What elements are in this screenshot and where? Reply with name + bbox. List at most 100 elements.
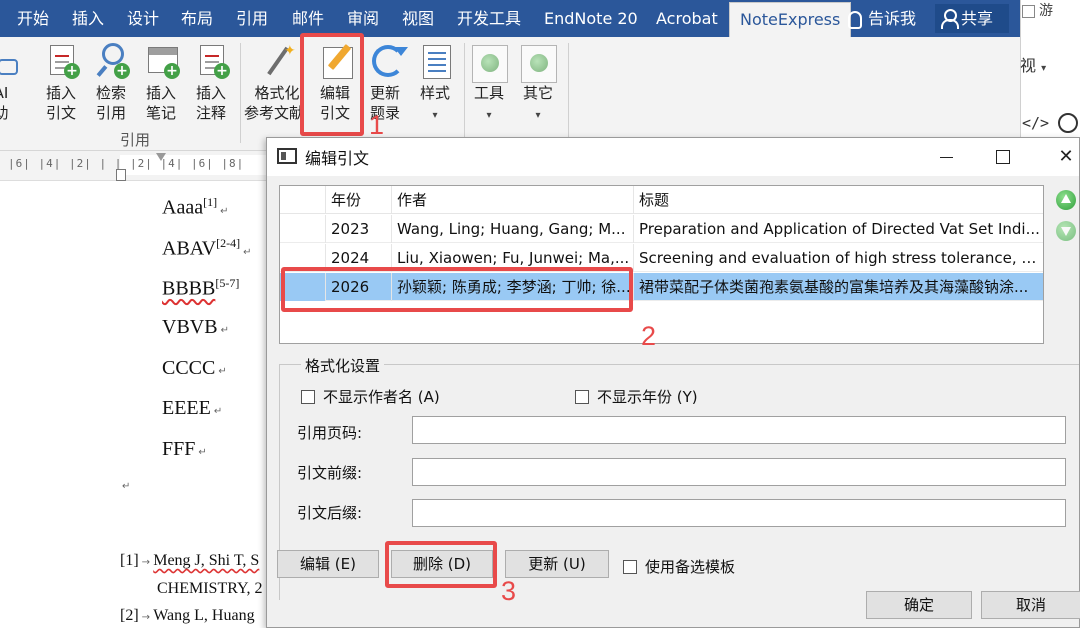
citation-row[interactable]: 2023 Wang, Ling; Huang, Gang; M... Prepa… bbox=[280, 215, 1043, 243]
insert-note-line2: 笔记 bbox=[145, 104, 176, 122]
first-line-indent-marker[interactable] bbox=[156, 153, 166, 161]
minimize-button[interactable] bbox=[932, 144, 962, 170]
document-line[interactable]: FFF ↵ bbox=[162, 438, 207, 461]
column-header-author[interactable]: 作者 bbox=[391, 186, 633, 214]
tell-me-label: 告诉我 bbox=[868, 9, 917, 28]
citation-superscript[interactable]: [2-4] bbox=[216, 236, 240, 250]
citation-list[interactable]: 年份 作者 标题 2023 Wang, Ling; Huang, Gang; M… bbox=[279, 185, 1044, 344]
document-line[interactable]: Aaaa[1]↵ bbox=[162, 195, 228, 220]
citation-superscript[interactable]: [1] bbox=[203, 195, 217, 209]
maximize-button[interactable] bbox=[988, 144, 1018, 170]
checkbox-icon bbox=[1022, 4, 1035, 18]
ok-button[interactable]: 确定 bbox=[866, 591, 972, 619]
document-line[interactable]: VBVB ↵ bbox=[162, 316, 229, 339]
tab-acrobat[interactable]: Acrobat bbox=[656, 0, 718, 37]
tell-me-search[interactable]: 告诉我 bbox=[848, 0, 916, 37]
ai-assist-button[interactable]: AI 助 bbox=[0, 37, 26, 137]
style-icon bbox=[420, 43, 452, 81]
cancel-button[interactable]: 取消 bbox=[981, 591, 1080, 619]
checkbox-icon bbox=[575, 390, 589, 404]
tab-endnote[interactable]: EndNote 20 bbox=[544, 0, 638, 37]
magnifier-icon: + bbox=[96, 43, 130, 81]
tab-review[interactable]: 审阅 bbox=[347, 0, 379, 37]
tab-arrow-icon: → bbox=[141, 557, 154, 568]
dropdown-caret-icon: ▾ bbox=[486, 110, 492, 121]
row-title: 裙带菜配子体类菌孢素氨基酸的富集培养及其海藻酸钠涂... bbox=[633, 273, 1043, 301]
tab-view[interactable]: 视图 bbox=[402, 0, 434, 37]
style-dropdown-button[interactable]: 样式 ▾ bbox=[410, 37, 460, 137]
other-line1: 其它 bbox=[522, 84, 553, 102]
doc-line-text: BBBB bbox=[162, 277, 216, 300]
doc-line-text: Aaaa bbox=[162, 196, 204, 219]
document-line[interactable]: ABAV[2-4]↵ bbox=[162, 236, 251, 261]
doc-line-text: ABAV bbox=[162, 237, 217, 260]
dropdown-caret-icon: ▾ bbox=[1041, 63, 1047, 74]
tab-home[interactable]: 开始 bbox=[17, 0, 49, 37]
prefix-label: 引文前缀: bbox=[297, 464, 363, 482]
horizontal-ruler: |6| |4| |2| | | |2| |4| |6| |8| bbox=[0, 151, 270, 181]
tab-developer[interactable]: 开发工具 bbox=[457, 0, 521, 37]
indent-marker[interactable] bbox=[116, 169, 126, 181]
prefix-input[interactable] bbox=[412, 458, 1066, 486]
paragraph-mark: ↵ bbox=[220, 205, 229, 217]
tab-layout[interactable]: 布局 bbox=[181, 0, 213, 37]
emoji-icon[interactable] bbox=[1058, 113, 1078, 133]
ribbon-group-label: 引用 bbox=[120, 131, 151, 149]
lightbulb-icon bbox=[848, 10, 862, 29]
document-line[interactable]: BBBB[5-7] bbox=[162, 276, 239, 301]
format-settings-legend: 格式化设置 bbox=[301, 355, 385, 376]
move-up-arrow-icon[interactable] bbox=[1056, 190, 1076, 210]
hide-author-checkbox[interactable]: 不显示作者名 (A) bbox=[301, 386, 440, 407]
format-bibliography-button[interactable]: ✦ 格式化 参考文献 bbox=[244, 37, 304, 137]
row-year: 2023 bbox=[325, 215, 391, 243]
code-icon[interactable]: </> bbox=[1022, 114, 1049, 132]
page-number-label: 引用页码: bbox=[297, 424, 363, 442]
share-button[interactable]: 共享 bbox=[935, 4, 1009, 33]
other-dropdown-button[interactable]: 其它 ▾ bbox=[521, 37, 571, 137]
paragraph-mark: ↵ bbox=[220, 325, 229, 336]
reference-number: [1] bbox=[120, 552, 139, 569]
step-2-label: 2 bbox=[641, 321, 657, 351]
insert-annotation-button[interactable]: + 插入注释 bbox=[186, 37, 236, 137]
citation-superscript[interactable]: [5-7] bbox=[215, 276, 239, 290]
tab-mailings[interactable]: 邮件 bbox=[292, 0, 324, 37]
annotation-icon: + bbox=[196, 43, 230, 81]
tab-design[interactable]: 设计 bbox=[127, 0, 159, 37]
column-header-title[interactable]: 标题 bbox=[633, 186, 1043, 214]
doc-line-text: VBVB bbox=[162, 316, 218, 338]
insert-annotation-line1: 插入 bbox=[195, 84, 226, 102]
reference-text: CHEMISTRY, 2 bbox=[157, 580, 263, 597]
reference-entry[interactable]: [1] → Meng J, Shi T, S bbox=[120, 552, 259, 570]
insert-annotation-label: 插入 注释 bbox=[178, 83, 244, 123]
ribbon-tab-bar: 开始 插入 设计 布局 引用 邮件 审阅 视图 开发工具 EndNote 20 … bbox=[0, 0, 1020, 37]
close-button[interactable]: ✕ bbox=[1051, 144, 1080, 170]
insert-annotation-line2: 注释 bbox=[195, 104, 226, 122]
magic-wand-icon: ✦ bbox=[262, 43, 296, 81]
dialog-titlebar[interactable]: 编辑引文 ✕ bbox=[267, 138, 1079, 176]
row-title: Screening and evaluation of high stress … bbox=[633, 244, 1043, 272]
move-down-arrow-icon[interactable] bbox=[1056, 221, 1076, 241]
tab-noteexpress[interactable]: NoteExpress bbox=[729, 2, 852, 37]
hide-year-checkbox[interactable]: 不显示年份 (Y) bbox=[575, 386, 698, 407]
column-header-year[interactable]: 年份 bbox=[325, 186, 391, 214]
reference-entry[interactable]: [2] → Wang L, Huang bbox=[120, 607, 255, 625]
background-window-view: 视 ▾ bbox=[1020, 52, 1046, 76]
suffix-label: 引文后缀: bbox=[297, 504, 363, 522]
tools-icon bbox=[472, 43, 508, 83]
highlight-selected-citation bbox=[281, 267, 633, 312]
tools-line1: 工具 bbox=[473, 84, 504, 102]
row-marker bbox=[280, 215, 325, 243]
doc-line-text: CCCC bbox=[162, 357, 216, 379]
document-line[interactable]: EEEE ↵ bbox=[162, 397, 222, 420]
update-button[interactable]: 更新 (U) bbox=[505, 550, 609, 578]
update-bibliography-line1: 更新 bbox=[369, 84, 400, 102]
other-label: 其它 ▾ bbox=[505, 83, 571, 126]
use-alt-template-checkbox[interactable]: 使用备选模板 bbox=[623, 556, 735, 577]
document-line[interactable]: CCCC ↵ bbox=[162, 357, 227, 380]
suffix-input[interactable] bbox=[412, 499, 1066, 527]
insert-citation-line2: 引文 bbox=[45, 104, 76, 122]
tab-references[interactable]: 引用 bbox=[236, 0, 268, 37]
page-number-input[interactable] bbox=[412, 416, 1066, 444]
edit-button[interactable]: 编辑 (E) bbox=[277, 550, 379, 578]
tab-insert[interactable]: 插入 bbox=[72, 0, 104, 37]
